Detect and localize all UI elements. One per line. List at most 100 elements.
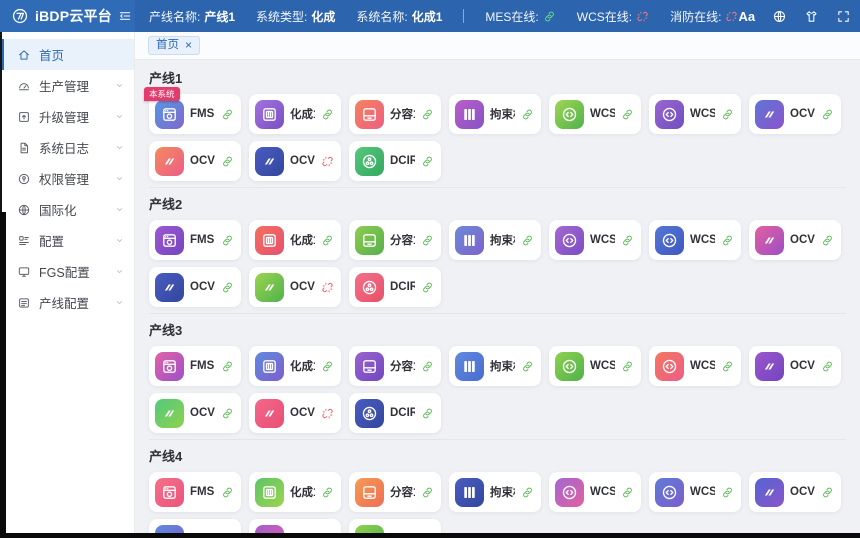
- oven-icon: [255, 478, 284, 507]
- ocv-icon: [755, 100, 784, 129]
- line-title: 产线2: [149, 194, 846, 213]
- system-card[interactable]: OCV2: [149, 141, 241, 181]
- stat-label: 系统名称:: [356, 8, 407, 25]
- system-card[interactable]: 分容1: [349, 94, 441, 134]
- system-card[interactable]: OCV2: [149, 519, 241, 533]
- system-card[interactable]: 拘束机: [449, 472, 541, 512]
- system-card[interactable]: 拘束机: [449, 220, 541, 260]
- system-card[interactable]: 分容1: [349, 346, 441, 386]
- header-stat: 产线名称:产线1: [149, 8, 235, 25]
- ocv-icon: [155, 147, 184, 176]
- theme-shirt-icon[interactable]: [804, 9, 819, 24]
- link-icon: [321, 108, 334, 121]
- sidebar: 首页生产管理升级管理系统日志权限管理国际化配置FGS配置产线配置: [0, 32, 135, 533]
- collapse-sidebar-icon[interactable]: [118, 9, 132, 23]
- status-label: 消防在线:: [670, 8, 721, 25]
- system-card[interactable]: OCV2: [149, 267, 241, 307]
- card-label: OCV2: [190, 155, 215, 167]
- system-card[interactable]: OCV1: [749, 472, 841, 512]
- system-card[interactable]: DCIR1: [349, 267, 441, 307]
- logo-icon: [11, 7, 29, 25]
- sidebar-item-home[interactable]: 首页: [0, 39, 134, 70]
- system-card[interactable]: FMS1: [149, 346, 241, 386]
- line-config-icon: [17, 296, 31, 310]
- system-card[interactable]: 化成1: [249, 220, 341, 260]
- production-icon: [17, 79, 31, 93]
- system-card[interactable]: FMS1: [149, 472, 241, 512]
- close-tab-icon[interactable]: ×: [185, 39, 192, 51]
- card-label: WCS2: [690, 360, 715, 372]
- system-card[interactable]: FMS1: [149, 220, 241, 260]
- system-card[interactable]: OCV1: [749, 346, 841, 386]
- machine-icon: [155, 100, 184, 129]
- sidebar-item-label: 生产管理: [39, 76, 89, 95]
- ocv-icon: [755, 226, 784, 255]
- system-card[interactable]: OCV1: [749, 220, 841, 260]
- card-label: 化成1: [290, 106, 315, 122]
- card-label: WCS2: [690, 234, 715, 246]
- sidebar-item-label: 首页: [39, 45, 64, 64]
- system-card[interactable]: WCS2: [649, 346, 741, 386]
- system-card[interactable]: WCS1: [549, 220, 641, 260]
- sidebar-item-globe[interactable]: 国际化: [0, 194, 134, 225]
- sidebar-item-permission[interactable]: 权限管理: [0, 163, 134, 194]
- system-card[interactable]: 化成1: [249, 472, 341, 512]
- sidebar-item-label: 升级管理: [39, 107, 89, 126]
- sidebar-item-line-config[interactable]: 产线配置: [0, 287, 134, 318]
- fullscreen-icon[interactable]: [836, 9, 851, 24]
- system-card[interactable]: DCIR1: [349, 519, 441, 533]
- log-icon: [17, 141, 31, 155]
- tab-label: 首页: [156, 39, 179, 53]
- sidebar-item-log[interactable]: 系统日志: [0, 132, 134, 163]
- card-label: FMS1: [190, 108, 215, 120]
- system-card[interactable]: 拘束机: [449, 346, 541, 386]
- system-card[interactable]: DCIR1: [349, 141, 441, 181]
- system-card[interactable]: OCV2: [149, 393, 241, 433]
- sidebar-item-config[interactable]: 配置: [0, 225, 134, 256]
- sidebar-item-upgrade[interactable]: 升级管理: [0, 101, 134, 132]
- system-card[interactable]: WCS2: [649, 94, 741, 134]
- sidebar-item-production[interactable]: 生产管理: [0, 70, 134, 101]
- link-icon: [521, 234, 534, 247]
- system-card[interactable]: OCV3: [249, 519, 341, 533]
- system-card[interactable]: OCV3: [249, 141, 341, 181]
- drawer-icon: [355, 478, 384, 507]
- link-icon: [821, 108, 834, 121]
- card-label: WCS1: [590, 234, 615, 246]
- system-card[interactable]: 本系统FMS1: [149, 94, 241, 134]
- system-card[interactable]: WCS2: [649, 220, 741, 260]
- system-card[interactable]: 分容1: [349, 472, 441, 512]
- ocv-icon: [755, 478, 784, 507]
- system-card[interactable]: 分容1: [349, 220, 441, 260]
- line-section: 产线1本系统FMS1化成1分容1拘束机WCS1WCS2OCV1OCV2OCV3D…: [149, 62, 846, 188]
- system-card[interactable]: 化成1: [249, 346, 341, 386]
- system-card[interactable]: WCS1: [549, 472, 641, 512]
- sidebar-item-fgs[interactable]: FGS配置: [0, 256, 134, 287]
- system-card[interactable]: OCV1: [749, 94, 841, 134]
- system-card[interactable]: OCV3: [249, 393, 341, 433]
- line-section: 产线2 FMS1化成1分容1拘束机 WCS1 WCS2 OCV1 OCV2OCV3DCIR…: [149, 188, 846, 314]
- font-size-button[interactable]: Aa: [738, 10, 755, 23]
- wcs-icon: [555, 478, 584, 507]
- system-card[interactable]: 化成1: [249, 94, 341, 134]
- system-card[interactable]: OCV3: [249, 267, 341, 307]
- system-card[interactable]: 拘束机: [449, 94, 541, 134]
- card-label: 化成1: [290, 484, 315, 500]
- chevron-down-icon: [114, 142, 125, 153]
- system-card[interactable]: WCS1: [549, 94, 641, 134]
- link-icon: [721, 360, 734, 373]
- header-status: MES在线:: [485, 8, 555, 25]
- link-icon: [521, 486, 534, 499]
- wcs-icon: [655, 478, 684, 507]
- oven-icon: [255, 226, 284, 255]
- dcir-icon: [355, 147, 384, 176]
- card-label: OCV3: [290, 407, 315, 419]
- tab-home[interactable]: 首页 ×: [148, 36, 200, 56]
- system-card[interactable]: DCIR1: [349, 393, 441, 433]
- language-globe-icon[interactable]: [772, 9, 787, 24]
- system-card[interactable]: WCS2: [649, 472, 741, 512]
- card-label: FMS1: [190, 486, 215, 498]
- link-icon: [421, 281, 434, 294]
- link-icon: [221, 407, 234, 420]
- system-card[interactable]: WCS1: [549, 346, 641, 386]
